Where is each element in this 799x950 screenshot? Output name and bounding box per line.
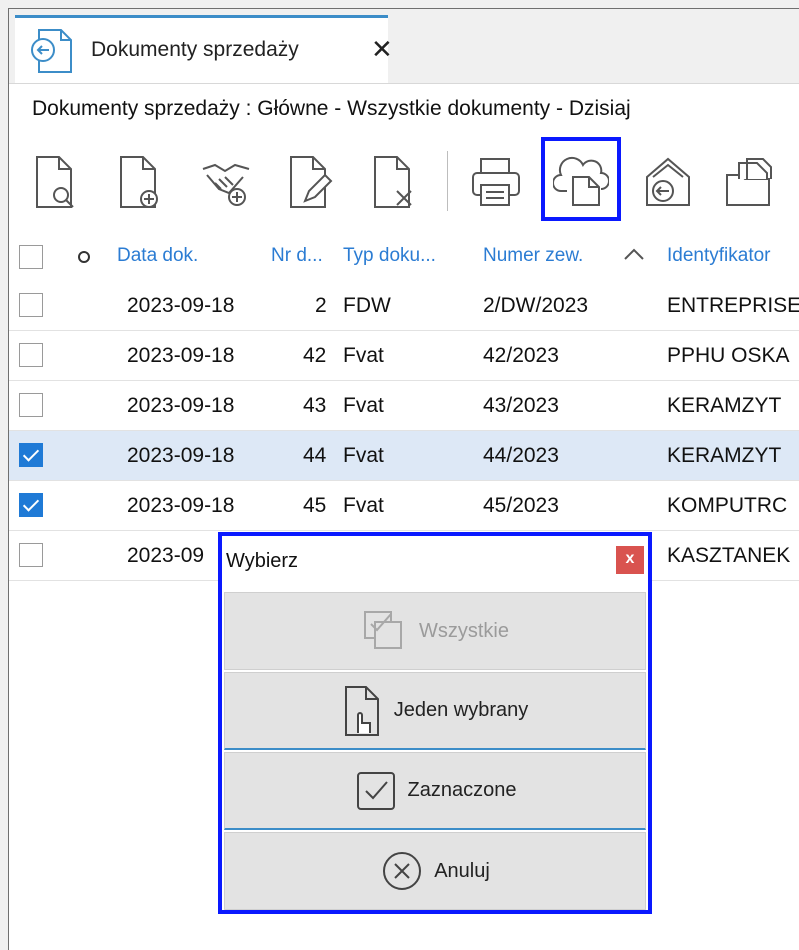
select-all-checkbox[interactable] bbox=[19, 245, 43, 269]
delete-document-button[interactable] bbox=[365, 141, 425, 219]
table-header: Data dok. Nr d... Typ doku... Numer zew.… bbox=[9, 233, 799, 281]
preview-button[interactable] bbox=[27, 141, 87, 219]
cell-identifier: KERAMZYT bbox=[667, 444, 782, 467]
cell-type: FDW bbox=[343, 294, 391, 317]
print-button[interactable] bbox=[465, 141, 525, 219]
cell-nr: 45 bbox=[303, 494, 327, 517]
cell-type: Fvat bbox=[343, 344, 384, 367]
cell-external-number: 43/2023 bbox=[483, 394, 559, 417]
cancel-button-label: Anuluj bbox=[434, 859, 490, 882]
table-row[interactable]: 2023-09-18 2 FDW 2/DW/2023 ENTREPRISE bbox=[9, 281, 799, 331]
cell-date: 2023-09-18 bbox=[127, 344, 235, 367]
tab-strip: Dokumenty sprzedaży ✕ bbox=[9, 9, 799, 84]
tab-dokumenty-sprzedazy[interactable]: Dokumenty sprzedaży ✕ bbox=[15, 15, 393, 83]
cell-date: 2023-09 bbox=[127, 544, 205, 567]
row-checkbox[interactable] bbox=[19, 543, 43, 567]
cell-date: 2023-09-18 bbox=[127, 444, 235, 467]
column-header-date[interactable]: Data dok. bbox=[117, 245, 198, 267]
edit-document-button[interactable] bbox=[281, 141, 341, 219]
cell-nr: 42 bbox=[303, 344, 327, 367]
one-selected-button-label: Jeden wybrany bbox=[393, 699, 529, 721]
sort-ascending-icon[interactable] bbox=[623, 247, 645, 261]
cell-date: 2023-09-18 bbox=[127, 394, 235, 417]
cell-external-number: 2/DW/2023 bbox=[483, 294, 589, 317]
cell-identifier: KASZTANEK bbox=[667, 544, 791, 567]
tab-label: Dokumenty sprzedaży bbox=[91, 38, 299, 61]
row-checkbox[interactable] bbox=[19, 343, 43, 367]
cell-identifier: PPHU OSKA bbox=[667, 344, 790, 367]
tab-close-button[interactable]: ✕ bbox=[371, 36, 393, 62]
all-button[interactable]: Wszystkie bbox=[224, 592, 646, 670]
handshake-add-icon bbox=[202, 163, 250, 206]
document-preview-icon bbox=[36, 156, 74, 208]
row-checkbox[interactable] bbox=[19, 293, 43, 317]
cell-date: 2023-09-18 bbox=[127, 294, 235, 317]
cell-type: Fvat bbox=[343, 444, 384, 467]
one-selected-button[interactable]: Jeden wybrany bbox=[224, 672, 646, 750]
cell-nr: 43 bbox=[303, 394, 327, 417]
row-checkbox[interactable] bbox=[19, 493, 43, 517]
cell-type: Fvat bbox=[343, 394, 384, 417]
document-back-icon bbox=[31, 29, 72, 73]
handshake-add-button[interactable] bbox=[195, 141, 255, 219]
document-pointer-icon bbox=[344, 685, 379, 736]
table-row[interactable]: 2023-09-18 42 Fvat 42/2023 PPHU OSKA bbox=[9, 331, 799, 381]
checkbox-multiple-icon bbox=[364, 611, 402, 649]
row-checkbox[interactable] bbox=[19, 443, 43, 467]
marked-button[interactable]: Zaznaczone bbox=[224, 752, 646, 830]
column-header-identifier[interactable]: Identyfikator bbox=[667, 245, 771, 267]
cloud-document-icon bbox=[553, 156, 609, 206]
cell-date: 2023-09-18 bbox=[127, 494, 235, 517]
cell-nr: 44 bbox=[303, 444, 327, 467]
marked-button-label: Zaznaczone bbox=[407, 779, 517, 801]
cloud-send-button[interactable] bbox=[541, 137, 621, 221]
cell-identifier: KERAMZYT bbox=[667, 394, 782, 417]
documents-folder-button[interactable] bbox=[719, 141, 779, 219]
document-delete-icon bbox=[374, 156, 412, 208]
cell-identifier: KOMPUTRC bbox=[667, 494, 788, 517]
printer-icon bbox=[472, 158, 520, 206]
checkbox-checked-icon bbox=[356, 771, 395, 810]
table-row[interactable]: 2023-09-18 45 Fvat 45/2023 KOMPUTRC bbox=[9, 481, 799, 531]
document-add-icon bbox=[120, 156, 158, 208]
house-import-icon bbox=[646, 157, 690, 206]
all-button-label: Wszystkie bbox=[419, 619, 509, 642]
dialog-title: Wybierz bbox=[226, 550, 299, 572]
column-header-type[interactable]: Typ doku... bbox=[343, 245, 436, 267]
choose-dialog: Wybierz x Wszystkie Jeden wybrany Zaznac… bbox=[218, 532, 652, 914]
column-header-nr[interactable]: Nr d... bbox=[271, 245, 323, 267]
import-button[interactable] bbox=[637, 141, 697, 219]
cell-external-number: 45/2023 bbox=[483, 494, 559, 517]
cancel-circle-icon bbox=[383, 852, 422, 890]
cancel-button[interactable]: Anuluj bbox=[224, 832, 646, 910]
cell-external-number: 44/2023 bbox=[483, 444, 559, 467]
status-circle-icon bbox=[78, 251, 90, 263]
row-checkbox[interactable] bbox=[19, 393, 43, 417]
toolbar bbox=[19, 137, 799, 227]
table-row[interactable]: 2023-09-18 44 Fvat 44/2023 KERAMZYT bbox=[9, 431, 799, 481]
cell-external-number: 42/2023 bbox=[483, 344, 559, 367]
dialog-close-button[interactable]: x bbox=[616, 546, 644, 574]
breadcrumb: Dokumenty sprzedaży : Główne - Wszystkie… bbox=[32, 97, 631, 120]
table-row[interactable]: 2023-09-18 43 Fvat 43/2023 KERAMZYT bbox=[9, 381, 799, 431]
column-header-external-number[interactable]: Numer zew. bbox=[483, 245, 583, 267]
folder-documents-icon bbox=[726, 158, 772, 206]
toolbar-separator bbox=[447, 151, 448, 211]
add-document-button[interactable] bbox=[111, 141, 171, 219]
cell-nr: 2 bbox=[315, 294, 327, 317]
document-edit-icon bbox=[290, 156, 333, 208]
cell-type: Fvat bbox=[343, 494, 384, 517]
cell-identifier: ENTREPRISE bbox=[667, 294, 799, 317]
